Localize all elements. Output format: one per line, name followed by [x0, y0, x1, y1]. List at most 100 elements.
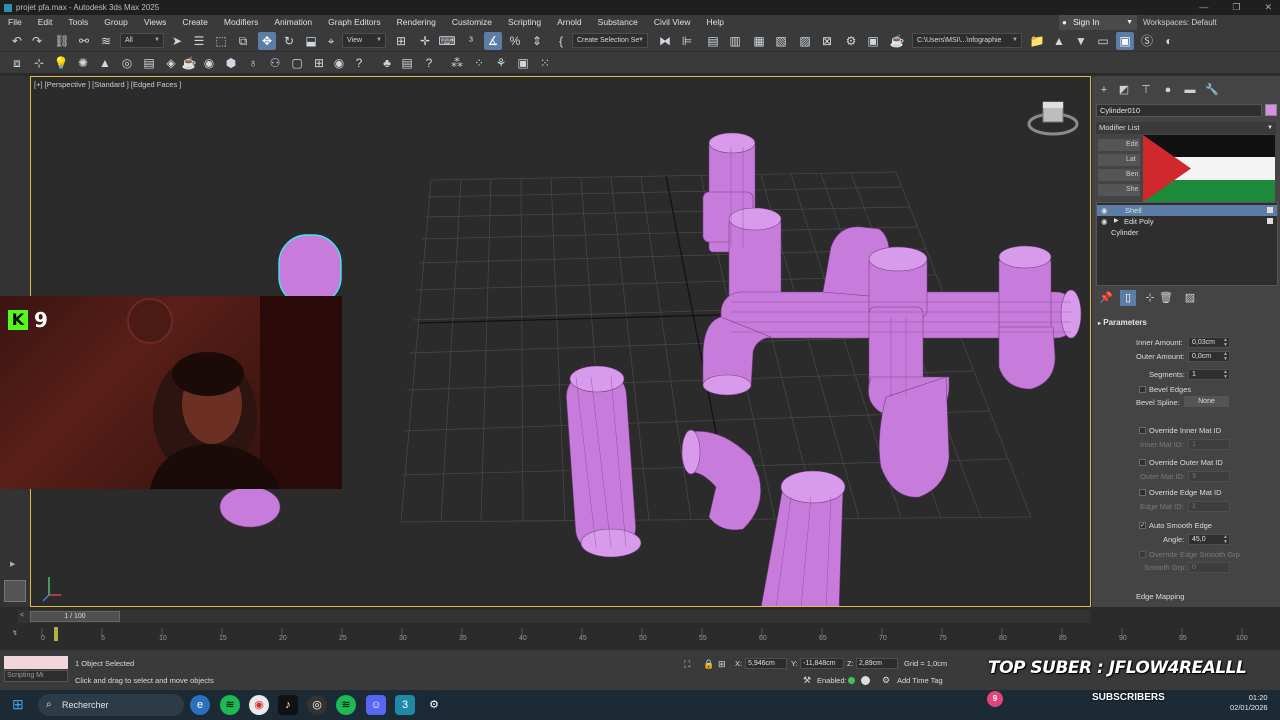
- y-coordinate-field[interactable]: -11,848cm: [800, 658, 844, 669]
- curve-editor-icon[interactable]: ▧: [772, 32, 790, 50]
- minimize-icon[interactable]: —: [1199, 0, 1208, 15]
- curve-toggle-icon[interactable]: ↯: [12, 629, 18, 637]
- lattice-quick-button[interactable]: Lat: [1098, 154, 1140, 166]
- taskbar-search[interactable]: ⌕ Rechercher: [38, 694, 184, 716]
- bind-space-warp-icon[interactable]: ≋: [97, 32, 115, 50]
- override-inner-mat-checkbox[interactable]: [1139, 427, 1146, 434]
- viewport-thumb-icon[interactable]: [4, 580, 26, 602]
- maxscript-mini-listener[interactable]: Scripting Mi: [4, 670, 68, 682]
- link-icon[interactable]: ⛓: [53, 32, 71, 50]
- obs-icon[interactable]: ◎: [307, 695, 327, 715]
- viewcube-icon[interactable]: [1027, 96, 1079, 142]
- material-editor-icon[interactable]: ⊠: [818, 32, 836, 50]
- project-folder-icon[interactable]: 📁: [1028, 32, 1046, 50]
- mirror-icon[interactable]: ⧓: [656, 32, 674, 50]
- menu-scripting[interactable]: Scripting: [500, 15, 549, 30]
- branch-icon[interactable]: ⚘: [492, 54, 510, 72]
- override-outer-mat-checkbox[interactable]: [1139, 459, 1146, 466]
- render-setup-icon[interactable]: ⚙: [842, 32, 860, 50]
- select-manipulate-icon[interactable]: ✛: [416, 32, 434, 50]
- chrome-icon[interactable]: ◉: [249, 695, 269, 715]
- percent-snap-icon[interactable]: %: [506, 32, 524, 50]
- inner-amount-spinner[interactable]: 0,03cm ▲ ▼: [1188, 337, 1230, 348]
- network-icon[interactable]: ⁙: [536, 54, 554, 72]
- make-unique-icon[interactable]: ⊹: [1142, 290, 1158, 306]
- bulb-icon[interactable]: ♁: [244, 54, 262, 72]
- arnold-icon[interactable]: ◐: [1160, 32, 1178, 50]
- ribbon-icon[interactable]: ▦: [750, 32, 768, 50]
- z-coordinate-field[interactable]: 2,89cm: [856, 658, 898, 669]
- select-object-icon[interactable]: ➤: [168, 32, 186, 50]
- bookmark-icon[interactable]: ▭: [1094, 32, 1112, 50]
- close-icon[interactable]: ✕: [1264, 0, 1272, 15]
- render-production-icon[interactable]: ☕: [888, 32, 906, 50]
- angle-snap-icon[interactable]: ∡: [484, 32, 502, 50]
- shell-quick-button[interactable]: She: [1098, 184, 1140, 196]
- override-smooth-checkbox[interactable]: [1139, 551, 1146, 558]
- outer-amount-spinner[interactable]: 0,0cm ▲ ▼: [1188, 351, 1230, 362]
- windows-start-icon[interactable]: ⊞: [12, 696, 24, 713]
- select-scale-icon[interactable]: ⬓: [302, 32, 320, 50]
- help-icon[interactable]: ?: [350, 54, 368, 72]
- redo-icon[interactable]: ↷: [28, 32, 46, 50]
- hierarchy-tab-icon[interactable]: ⊤: [1138, 82, 1154, 98]
- auto-smooth-checkbox[interactable]: ✓: [1139, 522, 1146, 529]
- time-cursor[interactable]: [54, 627, 58, 641]
- x-coordinate-field[interactable]: 5,946cm: [745, 658, 787, 669]
- menu-file[interactable]: File: [0, 15, 30, 30]
- preview-icon[interactable]: ▣: [514, 54, 532, 72]
- snaps-toggle-icon[interactable]: ³: [462, 32, 480, 50]
- rendered-frame-window-icon[interactable]: ▣: [864, 32, 882, 50]
- menu-views[interactable]: Views: [136, 15, 175, 30]
- edge-browser-icon[interactable]: e: [190, 695, 210, 715]
- absolute-mode-icon[interactable]: ⊞: [718, 659, 726, 670]
- eye-icon[interactable]: ◉: [330, 54, 348, 72]
- menu-help[interactable]: Help: [699, 15, 732, 30]
- spinner-arrows-icon[interactable]: ▲ ▼: [1223, 535, 1228, 545]
- select-move-icon[interactable]: ✥: [258, 32, 276, 50]
- spotify-icon[interactable]: ≋: [220, 695, 240, 715]
- reference-coordinate-dropdown[interactable]: View ▼: [342, 33, 386, 48]
- show-end-result-icon[interactable]: ▯: [1120, 290, 1136, 306]
- expand-arrow-icon[interactable]: ▶: [10, 560, 15, 568]
- material-icon[interactable]: ⬢: [222, 54, 240, 72]
- sun-icon[interactable]: ✺: [74, 54, 92, 72]
- align-icon[interactable]: ⊫: [678, 32, 696, 50]
- edit-named-selection-icon[interactable]: {: [552, 32, 570, 50]
- object-color-swatch[interactable]: [1265, 104, 1277, 116]
- project-path-dropdown[interactable]: C:\Users\MSI\...\nfographie ▼: [912, 33, 1022, 48]
- menu-create[interactable]: Create: [174, 15, 216, 30]
- display-tab-icon[interactable]: ▬: [1182, 82, 1198, 98]
- teapot-icon[interactable]: ☕: [180, 54, 198, 72]
- menu-rendering[interactable]: Rendering: [389, 15, 444, 30]
- frame-icon[interactable]: ▢: [288, 54, 306, 72]
- unlink-icon[interactable]: ⚯: [75, 32, 93, 50]
- smooth-grp-spinner[interactable]: 0: [1188, 562, 1230, 573]
- inner-mat-id-spinner[interactable]: 1: [1188, 439, 1230, 450]
- menu-substance[interactable]: Substance: [590, 15, 646, 30]
- render-icon[interactable]: ◎: [118, 54, 136, 72]
- toggle-square-icon[interactable]: [1267, 218, 1273, 224]
- 3dsmax-icon[interactable]: 3: [395, 695, 415, 715]
- select-place-icon[interactable]: ⌖: [322, 32, 340, 50]
- utilities-tab-icon[interactable]: 🔧: [1204, 82, 1220, 98]
- tree-icon[interactable]: ♣: [378, 54, 396, 72]
- sync-icon[interactable]: ⁘: [470, 54, 488, 72]
- grid-icon[interactable]: ⊞: [310, 54, 328, 72]
- selection-filter-dropdown[interactable]: All ▼: [120, 33, 164, 48]
- menu-group[interactable]: Group: [96, 15, 136, 30]
- menu-graph-editors[interactable]: Graph Editors: [320, 15, 388, 30]
- camera-target-icon[interactable]: ▲: [96, 54, 114, 72]
- spotify-active-icon[interactable]: ≋: [336, 695, 356, 715]
- taskbar-clock[interactable]: 01:20 02/01/2026: [1230, 693, 1268, 713]
- remove-modifier-icon[interactable]: 🗑: [1158, 290, 1174, 306]
- stack-item-shell[interactable]: ◉ Shell: [1097, 205, 1277, 216]
- container-icon[interactable]: ⧈: [8, 54, 26, 72]
- prev-frame-icon[interactable]: <: [20, 612, 24, 619]
- set-project-icon[interactable]: ▼: [1072, 32, 1090, 50]
- menu-customize[interactable]: Customize: [444, 15, 500, 30]
- motion-tab-icon[interactable]: ●: [1160, 82, 1176, 98]
- spinner-arrows-icon[interactable]: ▲ ▼: [1223, 338, 1228, 348]
- menu-edit[interactable]: Edit: [30, 15, 61, 30]
- tiktok-icon[interactable]: ♪: [278, 695, 298, 715]
